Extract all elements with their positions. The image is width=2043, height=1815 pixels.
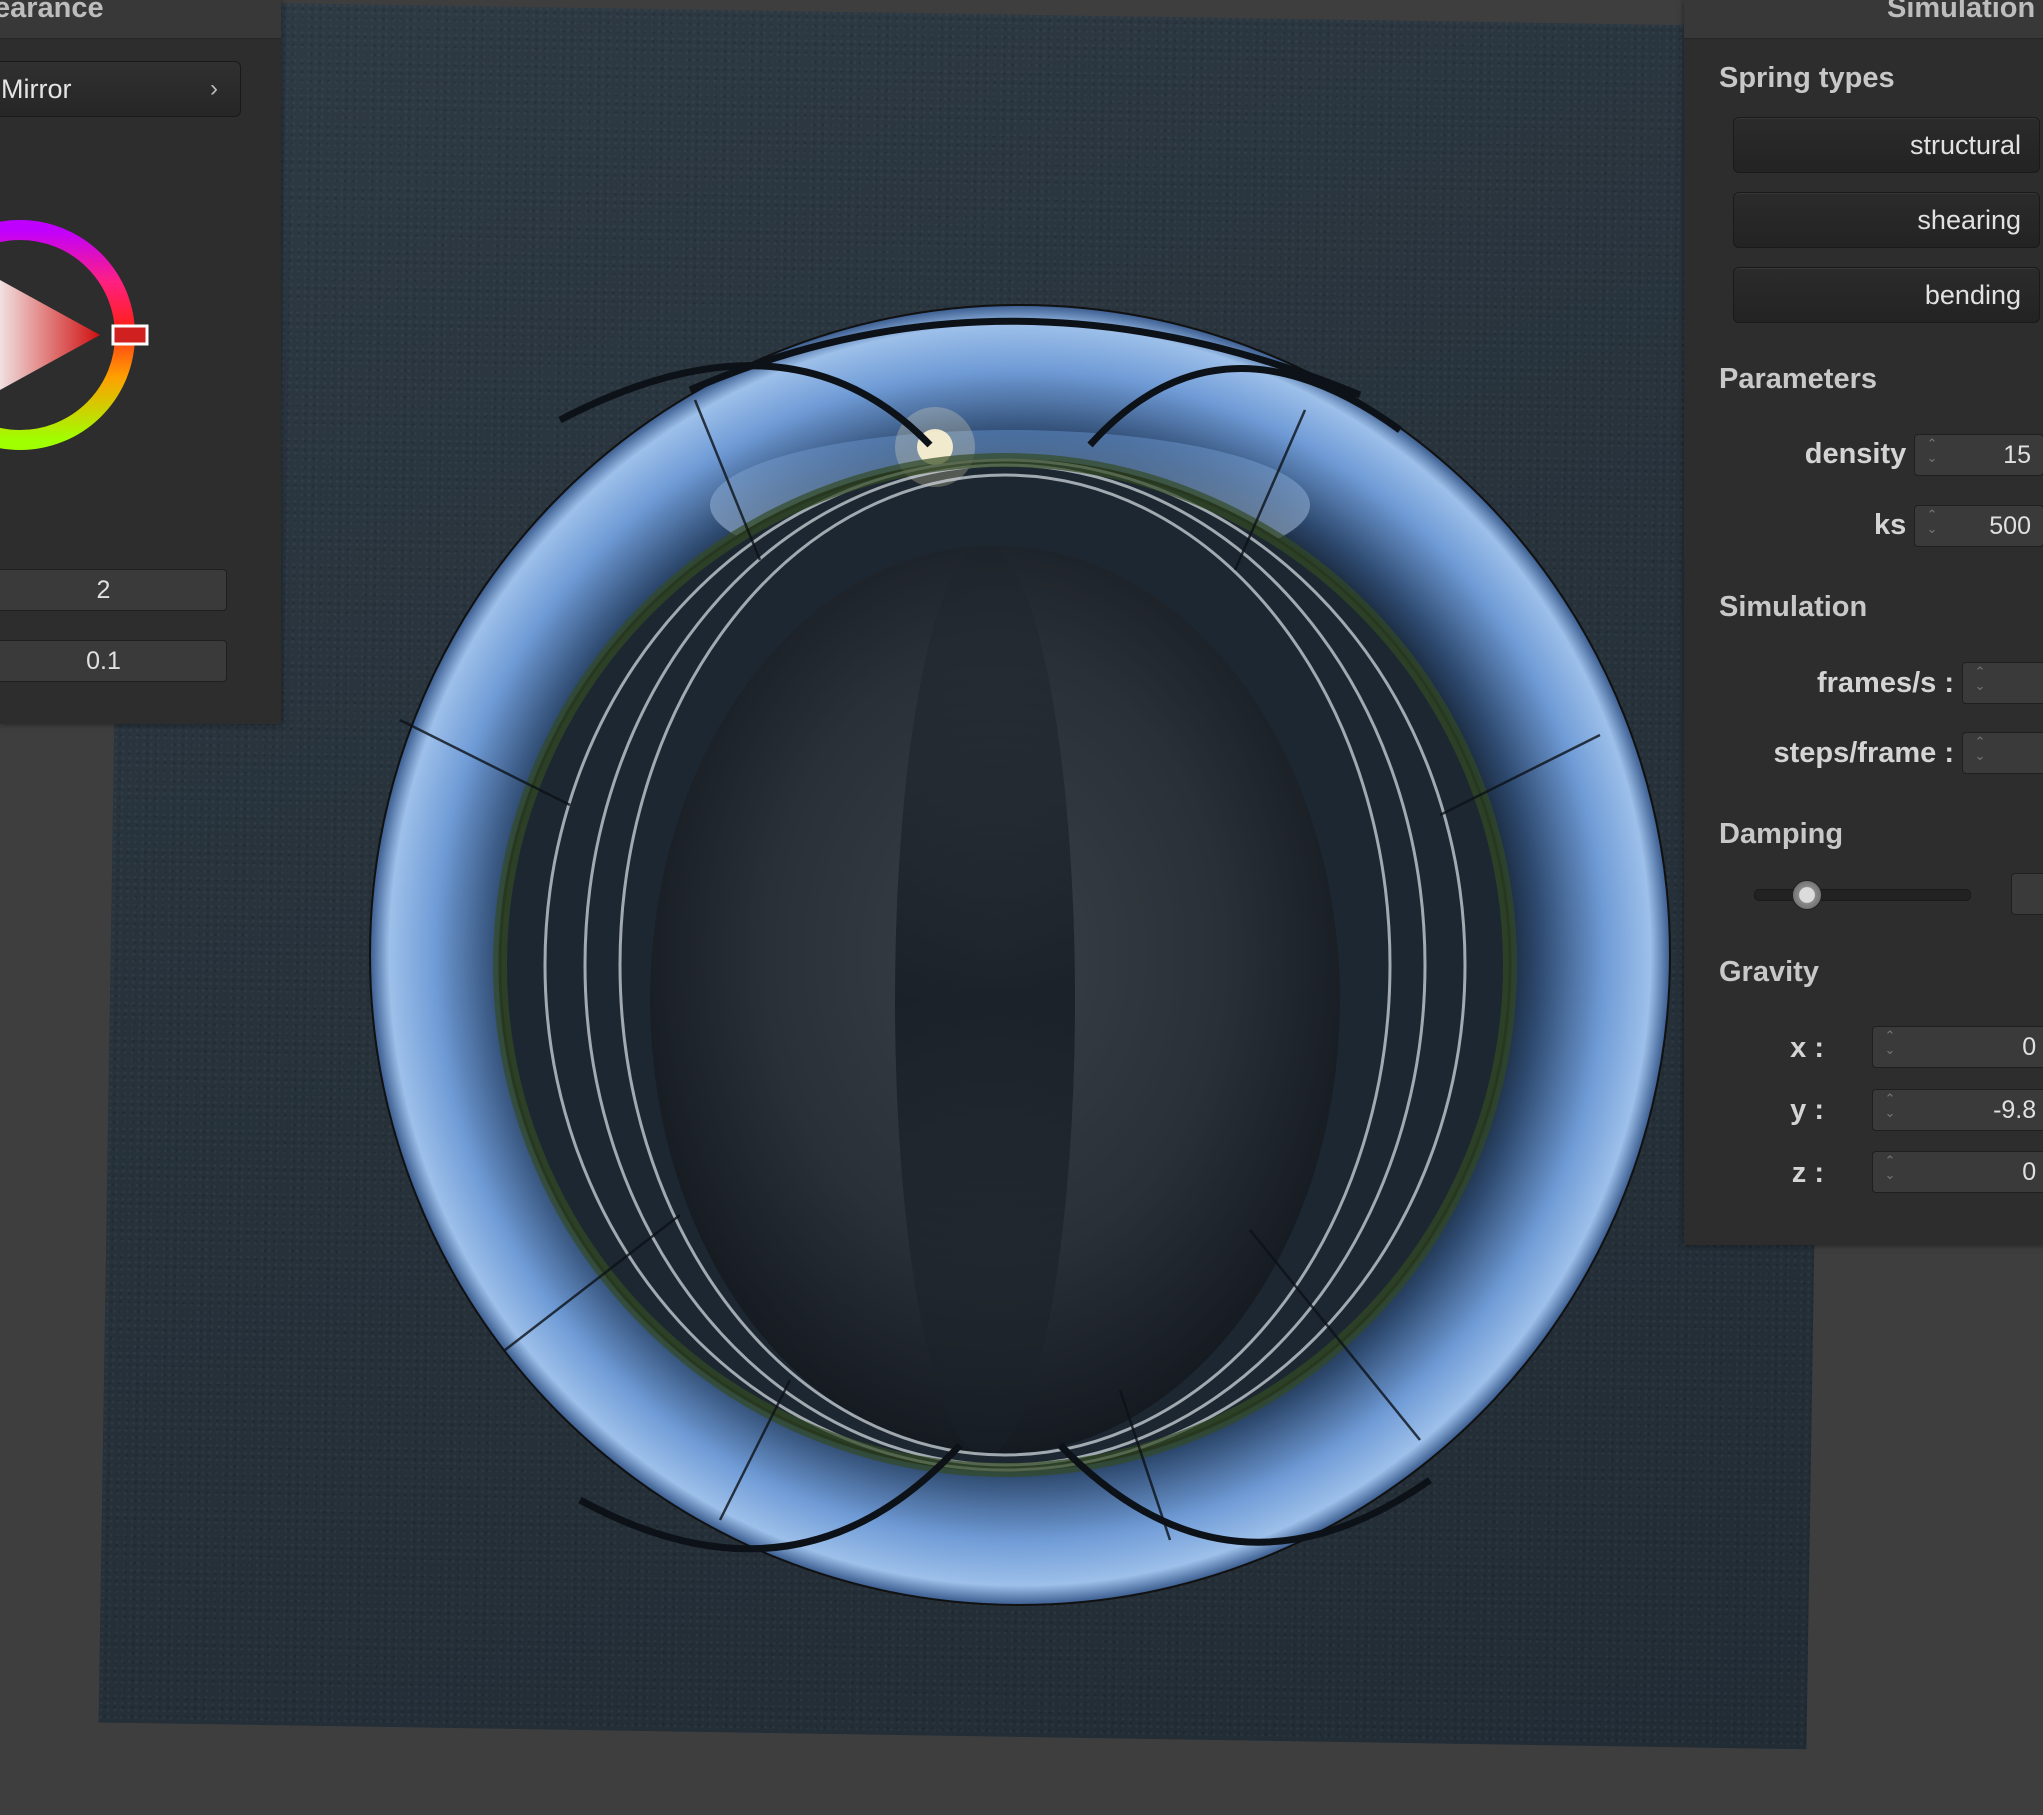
gravity-y-label: y : [1790,1094,1824,1126]
panel-title: Simulation [1887,0,2036,24]
frames-per-second-label: frames/s : [1816,667,1954,699]
spring-types-heading: Spring types [1719,62,1895,94]
hue-handle[interactable] [111,324,149,346]
material-select-value: Mirror [1,74,72,104]
damping-slider-handle[interactable] [1792,880,1823,910]
appearance-panel: earance Mirror › ⌃⌄ 2 ⌃⌄ 0.1 [0,0,281,724]
simulation-heading: Simulation [1719,591,1868,623]
field-value: 2 [96,576,111,604]
appearance-titlebar[interactable]: earance [0,0,281,39]
spinner-icon[interactable]: ⌃ ⌄ [1923,437,1941,473]
panel-title: earance [0,0,104,24]
parameters-heading: Parameters [1719,363,1877,395]
gravity-z-field[interactable]: ⌃⌄ 0m [1872,1151,2043,1193]
appearance-number-field-1[interactable]: ⌃⌄ 2 [0,569,227,611]
color-wheel[interactable] [0,210,160,470]
spinner-icon[interactable]: ⌃ ⌄ [1971,735,1989,771]
saturation-triangle[interactable] [0,280,100,390]
simulation-titlebar[interactable]: Simulation [1684,0,2043,39]
steps-per-frame-label: steps/frame : [1773,737,1954,769]
gravity-x-value: 0 [2022,1033,2037,1061]
damping-value-field[interactable] [2011,873,2043,915]
structural-button[interactable]: structural [1733,117,2040,173]
ks-value: 500 [1989,512,2031,540]
chevron-right-icon: › [210,75,218,102]
appearance-number-field-2[interactable]: ⌃⌄ 0.1 [0,640,227,682]
damping-heading: Damping [1719,818,1844,850]
spinner-icon[interactable]: ⌃ ⌄ [1881,1092,1899,1128]
gravity-z-value: 0 [2022,1158,2037,1186]
density-value: 15 [2003,441,2031,469]
field-value: 0.1 [86,647,121,675]
spinner-icon[interactable]: ⌃ ⌄ [1881,1029,1899,1065]
ks-field[interactable]: ⌃ ⌄ 500 [1914,505,2043,547]
density-label: density : [1804,438,1924,470]
gravity-x-field[interactable]: ⌃⌄ 0m [1872,1026,2043,1068]
spinner-icon[interactable]: ⌃ ⌄ [1923,508,1941,544]
simulation-panel: Simulation Spring types structural shear… [1684,0,2043,1245]
bending-button[interactable]: bending [1733,267,2040,323]
damping-slider[interactable] [1754,880,1971,910]
spinner-icon[interactable]: ⌃ ⌄ [1971,665,1989,701]
gravity-x-label: x : [1790,1032,1824,1064]
density-field[interactable]: ⌃ ⌄ 15 [1914,434,2043,476]
gravity-y-field[interactable]: ⌃⌄ -9.8m [1872,1089,2043,1131]
spinner-icon[interactable]: ⌃ ⌄ [1881,1154,1899,1190]
shearing-button[interactable]: shearing [1733,192,2040,248]
gravity-heading: Gravity [1719,956,1819,988]
ks-label: ks : [1874,509,1924,541]
frames-per-second-field[interactable]: ⌃ ⌄ [1962,662,2043,704]
material-select[interactable]: Mirror › [0,61,241,117]
gravity-y-value: -9.8 [1993,1096,2037,1124]
gravity-z-label: z : [1791,1157,1824,1189]
steps-per-frame-field[interactable]: ⌃ ⌄ [1962,732,2043,774]
